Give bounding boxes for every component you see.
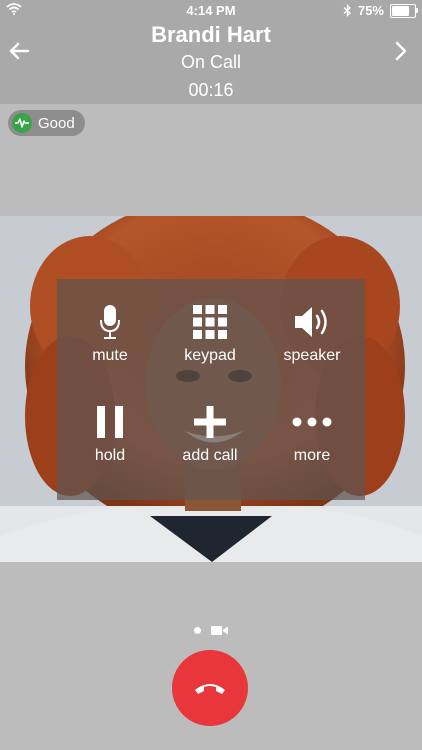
microphone-icon	[100, 305, 120, 339]
forward-button[interactable]	[390, 40, 412, 62]
plus-icon	[194, 406, 226, 438]
arrow-left-icon	[9, 42, 30, 60]
hang-up-icon	[195, 684, 225, 694]
keypad-label: keypad	[184, 347, 236, 364]
caller-name: Brandi Hart	[151, 22, 271, 47]
more-button[interactable]: more	[262, 379, 362, 469]
page-indicator	[0, 625, 422, 636]
bluetooth-icon	[343, 4, 351, 17]
battery-percent: 75%	[357, 3, 384, 18]
speaker-button[interactable]: speaker	[262, 279, 362, 369]
hold-button[interactable]: hold	[60, 379, 160, 469]
more-label: more	[293, 447, 331, 464]
status-bar: 4:14 PM 75%	[0, 0, 422, 22]
back-button[interactable]	[8, 40, 30, 62]
connection-quality-badge: Good	[8, 110, 85, 136]
signal-pulse-icon	[12, 113, 32, 133]
keypad-icon	[193, 305, 227, 339]
speaker-icon	[295, 307, 327, 337]
call-timer: 00:16	[188, 80, 234, 100]
pause-icon	[97, 406, 123, 438]
hold-label: hold	[94, 447, 126, 464]
keypad-button[interactable]: keypad	[160, 279, 260, 369]
call-controls-panel: mute keypad speaker hold add call more	[57, 279, 365, 500]
dot-icon[interactable]	[193, 627, 201, 634]
status-right: 75%	[343, 3, 418, 18]
mute-label: mute	[92, 347, 128, 364]
battery-fill	[392, 5, 409, 16]
call-status: On Call	[180, 52, 242, 72]
mute-button[interactable]: mute	[60, 279, 160, 369]
chevron-right-icon	[395, 41, 407, 61]
end-call-button[interactable]	[172, 650, 248, 726]
video-camera-icon[interactable]	[210, 625, 229, 636]
quality-label: Good	[38, 114, 75, 132]
more-dots-icon	[292, 417, 332, 427]
call-screen: Brandi Hart On Call 00:16 4:14 PM 75% Go…	[0, 0, 422, 750]
add-call-label: add call	[182, 447, 238, 464]
add-call-button[interactable]: add call	[160, 379, 260, 469]
speaker-label: speaker	[283, 347, 341, 364]
battery-icon	[390, 3, 418, 18]
